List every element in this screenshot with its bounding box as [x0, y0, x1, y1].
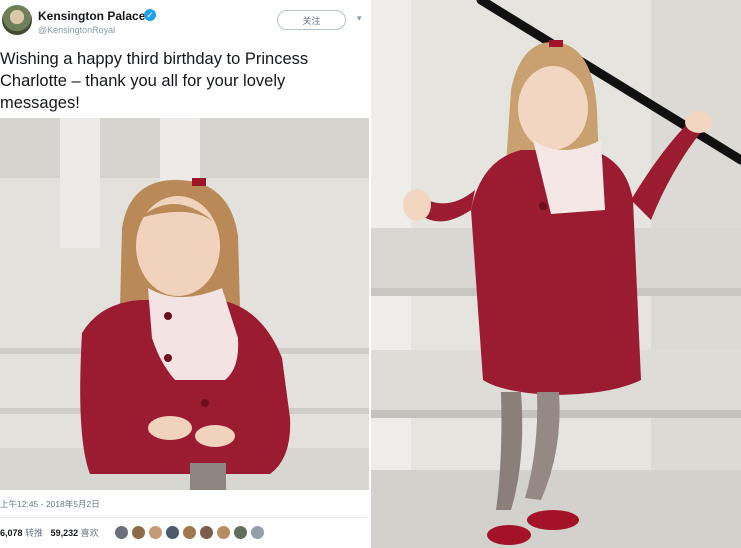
retweets-label[interactable]: 转推 — [25, 528, 43, 538]
tweet-text: Wishing a happy third birthday to Prince… — [0, 50, 309, 112]
account-handle[interactable]: @KensingtonRoyal — [38, 25, 115, 35]
avatar[interactable] — [2, 5, 32, 35]
verified-badge-icon: ✓ — [144, 9, 156, 21]
divider — [0, 517, 369, 518]
account-name[interactable]: Kensington Palace — [38, 9, 145, 23]
likes-label[interactable]: 喜欢 — [81, 528, 99, 538]
liker-avatar[interactable] — [199, 525, 214, 540]
chevron-down-icon[interactable]: ▾ — [357, 13, 362, 24]
tweet-photo-sitting[interactable] — [0, 118, 369, 490]
tweet-timestamp[interactable]: 上午12:45 - 2018年5月2日 — [0, 498, 100, 510]
liker-avatar[interactable] — [114, 525, 129, 540]
liker-avatar[interactable] — [131, 525, 146, 540]
follow-button[interactable]: 关注 — [277, 10, 346, 30]
liker-avatar[interactable] — [250, 525, 265, 540]
liker-avatar[interactable] — [233, 525, 248, 540]
likes-count[interactable]: 59,232 — [51, 528, 79, 538]
tweet-stats: 6,078 转推 59,232 喜欢 — [0, 526, 99, 539]
liker-avatars[interactable] — [114, 525, 265, 540]
retweets-count[interactable]: 6,078 — [0, 528, 23, 538]
liker-avatar[interactable] — [216, 525, 231, 540]
liker-avatar[interactable] — [165, 525, 180, 540]
standing-photo — [371, 0, 741, 548]
liker-avatar[interactable] — [148, 525, 163, 540]
tweet-header: Kensington Palace ✓ @KensingtonRoyal 关注 … — [0, 0, 369, 44]
liker-avatar[interactable] — [182, 525, 197, 540]
tweet-card: Kensington Palace ✓ @KensingtonRoyal 关注 … — [0, 0, 369, 548]
